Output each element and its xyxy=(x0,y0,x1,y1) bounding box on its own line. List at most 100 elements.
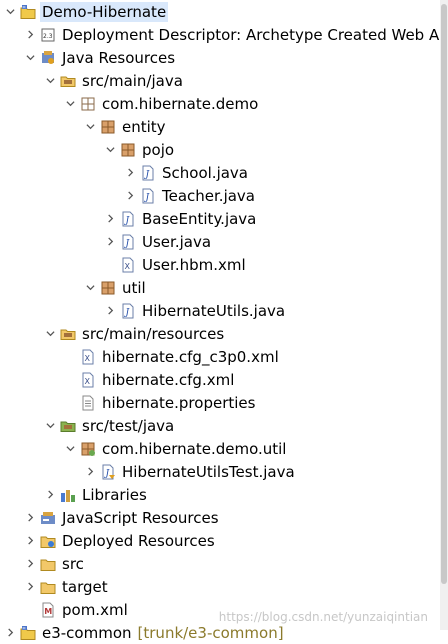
no-arrow-spacer xyxy=(104,258,116,272)
package-icon xyxy=(120,142,136,158)
deployment-descriptor-icon: 2.3 xyxy=(40,27,56,43)
tree-item-deployed-resources[interactable]: Deployed Resources xyxy=(0,529,448,552)
tree-item-label: com.hibernate.demo.util xyxy=(102,439,287,458)
tree-item-label: Libraries xyxy=(82,485,147,504)
collapse-arrow-icon[interactable] xyxy=(44,419,56,433)
scrollbar-thumb[interactable] xyxy=(441,4,447,584)
tree-item-package-entity[interactable]: entity xyxy=(0,115,448,138)
tree-item-label: Demo-Hibernate xyxy=(40,1,169,22)
javascript-resources-icon xyxy=(40,510,56,526)
expand-arrow-icon[interactable] xyxy=(124,189,136,203)
java-file-icon: J xyxy=(140,165,156,181)
collapse-arrow-icon[interactable] xyxy=(24,51,36,65)
tree-item-label: pojo xyxy=(142,140,175,159)
tree-item-deployment-descriptor[interactable]: 2.3 Deployment Descriptor: Archetype Crea… xyxy=(0,23,448,46)
project-explorer-tree: M Demo-Hibernate 2.3 Deployment Descriptor:… xyxy=(0,0,448,642)
tree-item-label: src xyxy=(62,554,84,573)
tree-item-label: hibernate.properties xyxy=(102,393,256,412)
package-icon xyxy=(100,280,116,296)
tree-item-label: src/test/java xyxy=(82,416,175,435)
expand-arrow-icon[interactable] xyxy=(124,166,136,180)
tree-item-label: src/main/resources xyxy=(82,324,225,343)
tree-item-src-main-java[interactable]: src/main/java xyxy=(0,69,448,92)
expand-arrow-icon[interactable] xyxy=(104,304,116,318)
expand-arrow-icon[interactable] xyxy=(104,212,116,226)
tree-item-label: User.hbm.xml xyxy=(142,255,246,274)
tree-item-label: HibernateUtilsTest.java xyxy=(122,462,295,481)
java-file-icon: J xyxy=(120,211,136,227)
collapse-arrow-icon[interactable] xyxy=(64,97,76,111)
tree-item-label: src/main/java xyxy=(82,71,183,90)
vertical-scrollbar[interactable] xyxy=(440,0,448,630)
collapse-arrow-icon[interactable] xyxy=(44,74,56,88)
package-icon xyxy=(100,119,116,135)
tree-item-file-hibernateutilstest-java[interactable]: J HibernateUtilsTest.java xyxy=(0,460,448,483)
package-empty-icon xyxy=(80,96,96,112)
tree-item-package-com-hibernate-demo-util[interactable]: com.hibernate.demo.util xyxy=(0,437,448,460)
xml-file-icon: X xyxy=(80,349,96,365)
svg-text:2.3: 2.3 xyxy=(43,33,53,40)
tree-item-label: School.java xyxy=(162,163,248,182)
expand-arrow-icon[interactable] xyxy=(24,511,36,525)
tree-item-src-main-resources[interactable]: src/main/resources xyxy=(0,322,448,345)
svg-text:M: M xyxy=(44,607,52,616)
collapse-arrow-icon[interactable] xyxy=(44,327,56,341)
collapse-arrow-icon[interactable] xyxy=(104,143,116,157)
tree-item-folder-target[interactable]: target xyxy=(0,575,448,598)
test-package-icon xyxy=(80,441,96,457)
collapse-arrow-icon[interactable] xyxy=(84,281,96,295)
tree-item-label: BaseEntity.java xyxy=(142,209,257,228)
java-file-icon: J xyxy=(120,303,136,319)
expand-arrow-icon[interactable] xyxy=(24,580,36,594)
project-icon: M xyxy=(20,4,36,20)
tree-item-label: User.java xyxy=(142,232,212,251)
tree-item-project-e3-common[interactable]: Me3-common [trunk/e3-common] xyxy=(0,621,444,644)
tree-item-java-resources[interactable]: Java Resources xyxy=(0,46,448,69)
expand-arrow-icon[interactable] xyxy=(104,235,116,249)
tree-item-libraries[interactable]: Libraries xyxy=(0,483,448,506)
properties-file-icon xyxy=(80,395,96,411)
expand-arrow-icon[interactable] xyxy=(24,28,36,42)
collapse-arrow-icon[interactable] xyxy=(4,5,16,19)
tree-item-file-teacher-java[interactable]: J Teacher.java xyxy=(0,184,448,207)
tree-item-file-user-hbm-xml[interactable]: X User.hbm.xml xyxy=(0,253,448,276)
svg-text:M: M xyxy=(23,5,26,9)
tree-item-file-baseentity-java[interactable]: J BaseEntity.java xyxy=(0,207,448,230)
tree-item-label: pom.xml xyxy=(62,600,128,619)
expand-arrow-icon[interactable] xyxy=(24,557,36,571)
tree-item-javascript-resources[interactable]: JavaScript Resources xyxy=(0,506,448,529)
source-folder-icon xyxy=(60,326,76,342)
java-file-icon: J xyxy=(120,234,136,250)
tree-item-package-com-hibernate-demo[interactable]: com.hibernate.demo xyxy=(0,92,448,115)
tree-item-file-hibernate-properties[interactable]: hibernate.properties xyxy=(0,391,448,414)
tree-item-label: HibernateUtils.java xyxy=(142,301,286,320)
xml-file-icon: X xyxy=(120,257,136,273)
java-resources-icon xyxy=(40,50,56,66)
tree-item-folder-src[interactable]: src xyxy=(0,552,448,575)
tree-item-file-hibernate-cfg-c3p0-xml[interactable]: Xhibernate.cfg_c3p0.xml xyxy=(0,345,448,368)
tree-item-label: Deployment Descriptor: Archetype Created… xyxy=(62,25,448,44)
expand-arrow-icon[interactable] xyxy=(4,626,16,640)
test-java-file-icon: J xyxy=(100,464,116,480)
tree-item-file-user-java[interactable]: J User.java xyxy=(0,230,448,253)
tree-item-label: target xyxy=(62,577,108,596)
tree-item-label: Java Resources xyxy=(62,48,176,67)
xml-file-icon: X xyxy=(80,372,96,388)
java-file-icon: J xyxy=(140,188,156,204)
tree-item-package-util[interactable]: util xyxy=(0,276,448,299)
expand-arrow-icon[interactable] xyxy=(24,534,36,548)
svg-text:X: X xyxy=(85,377,91,386)
tree-item-src-test-java[interactable]: src/test/java xyxy=(0,414,448,437)
tree-item-package-pojo[interactable]: pojo xyxy=(0,138,448,161)
collapse-arrow-icon[interactable] xyxy=(84,120,96,134)
expand-arrow-icon[interactable] xyxy=(84,465,96,479)
tree-item-file-school-java[interactable]: J School.java xyxy=(0,161,448,184)
no-arrow-spacer xyxy=(64,350,76,364)
svg-text:X: X xyxy=(125,262,131,271)
collapse-arrow-icon[interactable] xyxy=(64,442,76,456)
tree-item-file-hibernate-cfg-xml[interactable]: Xhibernate.cfg.xml xyxy=(0,368,448,391)
tree-item-file-hibernateutils-java[interactable]: J HibernateUtils.java xyxy=(0,299,448,322)
tree-item-project-demo-hibernate[interactable]: M Demo-Hibernate xyxy=(0,0,444,23)
project-icon: M xyxy=(20,625,36,641)
expand-arrow-icon[interactable] xyxy=(44,488,56,502)
